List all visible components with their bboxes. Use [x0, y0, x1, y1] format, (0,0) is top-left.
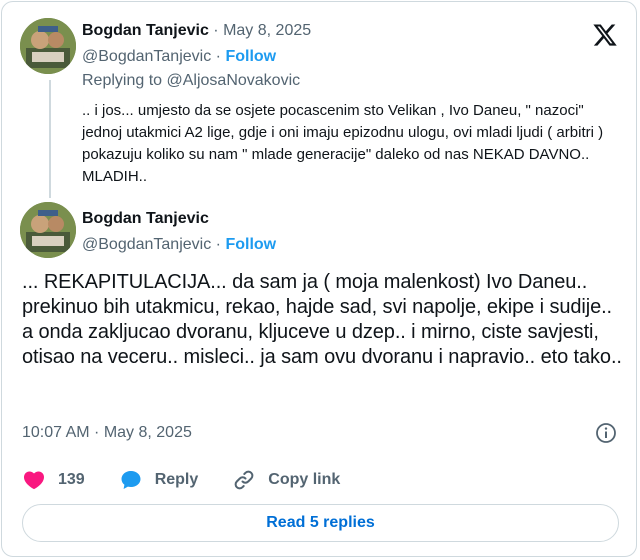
tweet-timestamp[interactable]: 10:07 AM · May 8, 2025 [22, 424, 192, 442]
author-name[interactable]: Bogdan Tanjevic [82, 22, 209, 39]
follow-button[interactable]: Follow [225, 236, 276, 253]
replying-to-line: Replying to @AljosaNovakovic [82, 72, 300, 90]
separator-dot: · [213, 22, 219, 39]
separator-dot: · [215, 48, 221, 65]
tweet-date[interactable]: May 8, 2025 [223, 22, 311, 39]
copy-link-label: Copy link [268, 471, 341, 488]
main-tweet-text: ... REKAPITULACIJA... da sam ja ( moja m… [22, 271, 622, 368]
tweet-embed-card: Bogdan Tanjevic · May 8, 2025 @BogdanTan… [1, 1, 637, 557]
read-replies-button[interactable]: Read 5 replies [22, 504, 619, 542]
x-logo-icon[interactable] [592, 22, 618, 48]
like-count: 139 [58, 471, 85, 488]
author-name[interactable]: Bogdan Tanjevic [82, 210, 209, 228]
thread-connector-line [49, 80, 51, 198]
reply-button[interactable]: Reply [119, 468, 199, 492]
info-icon[interactable] [594, 421, 618, 445]
speech-bubble-icon [121, 471, 141, 489]
replying-mention-link[interactable]: @AljosaNovakovic [167, 72, 301, 89]
author-handle[interactable]: @BogdanTanjevic [82, 48, 211, 65]
replying-prefix: Replying to [82, 72, 163, 89]
avatar[interactable] [20, 202, 76, 258]
action-bar: 139 Reply Copy link [22, 466, 374, 494]
separator-dot: · [215, 236, 221, 253]
author-handle[interactable]: @BogdanTanjevic [82, 236, 211, 253]
reply-label: Reply [154, 471, 199, 488]
parent-tweet-text: .. i jos... umjesto da se osjete pocasce… [82, 102, 604, 185]
copy-link-button[interactable]: Copy link [232, 468, 340, 492]
like-button[interactable]: 139 [22, 468, 85, 492]
link-icon [234, 470, 254, 490]
avatar[interactable] [20, 18, 76, 74]
heart-icon [23, 471, 45, 490]
follow-button[interactable]: Follow [225, 48, 276, 65]
